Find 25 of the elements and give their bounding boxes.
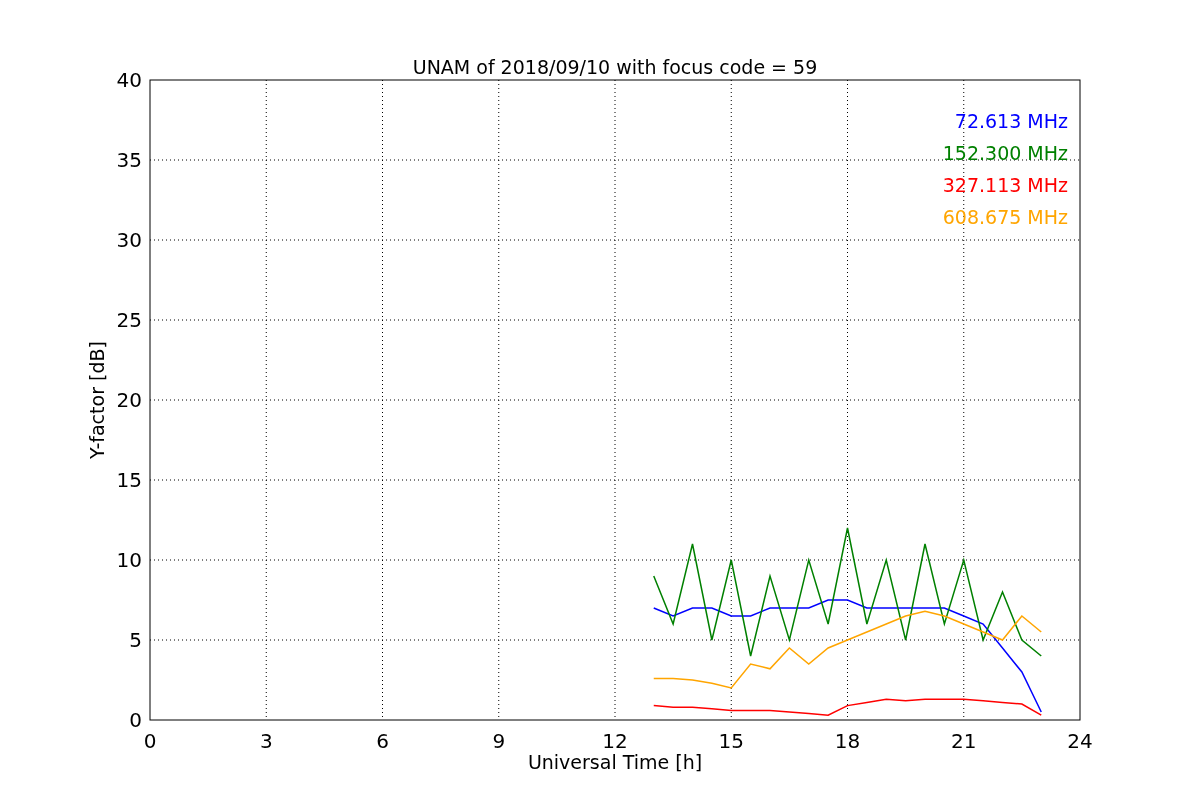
legend-label: 608.675 MHz <box>942 206 1068 228</box>
legend-label: 327.113 MHz <box>942 174 1068 196</box>
tick-label: 0 <box>143 729 157 753</box>
tick-label: 21 <box>951 729 977 753</box>
tick-label: 18 <box>834 729 861 753</box>
tick-label: 30 <box>116 228 142 252</box>
y-axis-label: Y-factor [dB] <box>86 341 108 459</box>
tick-label: 25 <box>116 308 142 332</box>
tick-label: 3 <box>259 729 273 753</box>
tick-label: 9 <box>492 729 506 753</box>
tick-label: 20 <box>116 388 142 412</box>
tick-label: 15 <box>116 468 142 492</box>
tick-label: 35 <box>116 148 142 172</box>
tick-label: 12 <box>602 729 628 753</box>
tick-label: 6 <box>376 729 389 753</box>
legend-label: 152.300 MHz <box>942 142 1068 164</box>
chart-title: UNAM of 2018/09/10 with focus code = 59 <box>412 56 818 78</box>
x-axis-label: Universal Time [h] <box>527 751 703 773</box>
tick-label: 15 <box>718 729 744 753</box>
tick-label: 5 <box>129 628 142 652</box>
tick-label: 40 <box>116 68 142 92</box>
legend-label: 72.613 MHz <box>954 110 1068 132</box>
tick-label: 0 <box>129 708 142 732</box>
tick-label: 10 <box>116 548 142 572</box>
tick-label: 24 <box>1067 729 1093 753</box>
